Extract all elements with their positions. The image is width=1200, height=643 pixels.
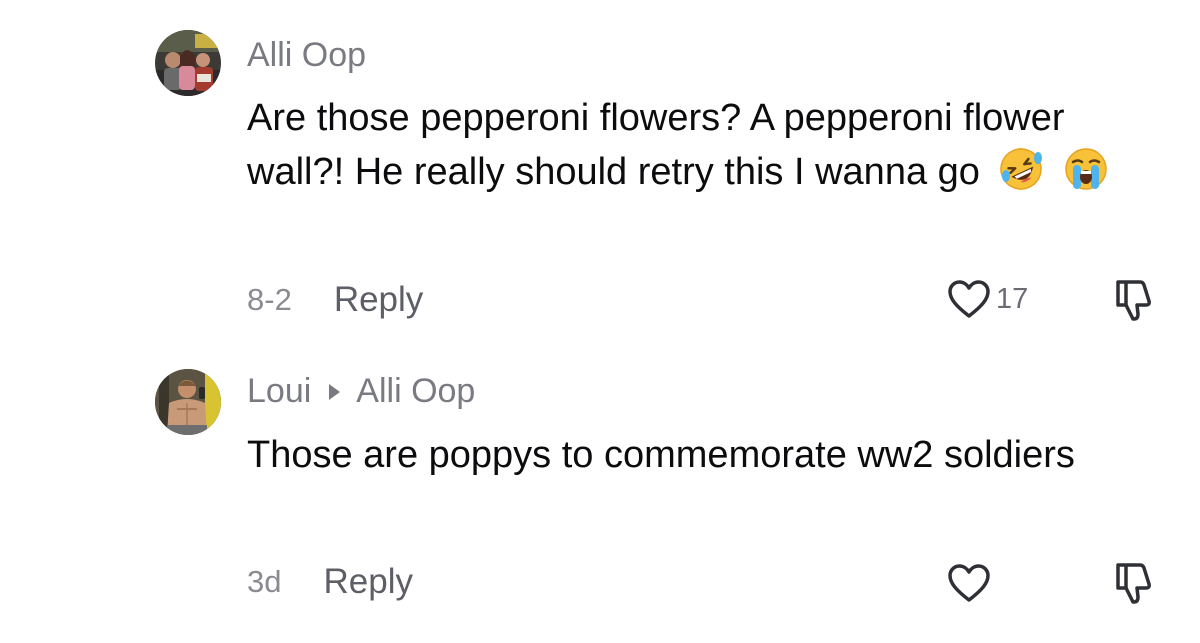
username-row: Loui Alli Oop (247, 372, 475, 411)
comment-item: Loui Alli Oop Those are poppys to commem… (0, 340, 1200, 643)
thumbs-down-outline-icon (1116, 280, 1151, 321)
avatar-photo (155, 369, 221, 435)
like-count: 17 (996, 282, 1029, 315)
rolling-on-floor-laughing-emoji (998, 146, 1044, 192)
comment-item: Alli Oop Are those pepperoni flowers? A … (0, 0, 1200, 330)
thumbs-down-outline-icon (1116, 563, 1151, 604)
comment-meta: 3d Reply (247, 562, 413, 602)
heart-outline-icon (948, 280, 990, 318)
heart-outline-icon (948, 564, 990, 602)
like-button[interactable] (946, 562, 996, 604)
username-row: Alli Oop (247, 36, 366, 75)
comment-text: Those are poppys to commemorate ww2 sold… (247, 428, 1127, 482)
dislike-button[interactable] (1112, 277, 1156, 323)
avatar-photo (155, 30, 221, 96)
loudly-crying-emoji (1063, 146, 1109, 192)
comment-date: 3d (247, 564, 282, 599)
avatar[interactable] (155, 30, 221, 96)
dislike-button[interactable] (1112, 560, 1156, 606)
reply-button[interactable]: Reply (323, 562, 412, 602)
replied-to-username[interactable]: Alli Oop (356, 372, 475, 411)
comment-username[interactable]: Loui (247, 372, 311, 411)
comment-username[interactable]: Alli Oop (247, 36, 366, 75)
comment-text-content: Are those pepperoni flowers? A pepperoni… (247, 97, 1065, 193)
triangle-right-icon (329, 383, 341, 400)
comment-text-content: Those are poppys to commemorate ww2 sold… (247, 434, 1075, 476)
like-button[interactable]: 17 (946, 278, 1028, 320)
reply-button[interactable]: Reply (334, 280, 423, 320)
avatar[interactable] (155, 369, 221, 435)
comment-meta: 8-2 Reply (247, 280, 423, 320)
comment-text: Are those pepperoni flowers? A pepperoni… (247, 91, 1127, 199)
comment-date: 8-2 (247, 282, 292, 317)
